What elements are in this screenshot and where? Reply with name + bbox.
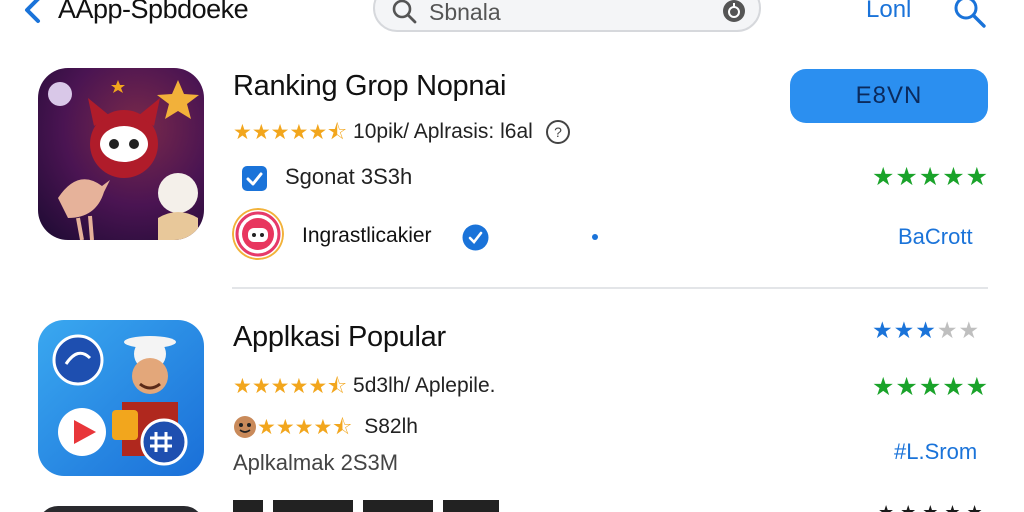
star-icon: ★	[308, 374, 328, 398]
star-icon: ★★★	[872, 317, 937, 343]
developer-link[interactable]: BaCrott	[898, 224, 973, 250]
rating-meta: S82lh	[364, 415, 418, 438]
star-rating: ★ ★ ★ ★ ⯪	[257, 417, 352, 438]
search-icon[interactable]	[952, 0, 988, 30]
star-icon: ★	[233, 374, 252, 398]
mic-icon[interactable]	[721, 0, 747, 24]
rating-summary: ★ ★ ★ ★ ★ ⯪ 5d3lh/ Aplepile.	[233, 374, 495, 398]
page-indicator-dot	[592, 234, 598, 240]
star-icon: ★	[233, 120, 252, 144]
back-chevron-icon[interactable]	[22, 0, 44, 26]
star-icon: ★	[270, 120, 290, 144]
star-icon: ★★★★★	[872, 373, 990, 401]
developer-avatar[interactable]	[232, 208, 284, 260]
rating-meta: 5d3lh/ Aplepile.	[353, 374, 496, 397]
search-bar[interactable]	[373, 0, 761, 32]
star-icon: ★	[308, 120, 328, 144]
app-icon-game[interactable]	[38, 68, 204, 240]
star-icon: ★	[313, 415, 333, 439]
search-input[interactable]	[429, 0, 729, 26]
checkbox[interactable]	[242, 166, 267, 191]
star-icon: ★	[270, 374, 290, 398]
search-icon	[392, 0, 417, 24]
star-icon: ★	[294, 415, 314, 439]
page-title: AApp-Spbdoeke	[58, 0, 249, 24]
star-icon: ★	[289, 120, 309, 144]
rating-meta: 10pik/ Aplrasis: l6al	[353, 120, 533, 143]
star-icon: ★★★★★	[872, 163, 990, 191]
developer-name[interactable]: Ingrastlicakier	[302, 224, 432, 248]
star-rating: ★★★★★	[872, 316, 980, 345]
star-rating: ★ ★ ★ ★ ★ ⯪	[233, 122, 347, 143]
check-icon	[246, 172, 263, 186]
verified-badge-icon	[462, 224, 489, 251]
app-title-cropped	[233, 500, 499, 512]
rating-summary: ★ ★ ★ ★ ★ ⯪ 10pik/ Aplrasis: l6al ?	[233, 119, 571, 145]
star-icon: ★★	[936, 317, 981, 343]
star-rating: ★★★★★	[872, 163, 989, 192]
face-emoji-icon	[234, 416, 256, 438]
app-title[interactable]: Applkasi Popular	[233, 321, 446, 354]
half-star-icon: ⯪	[327, 374, 348, 398]
half-star-icon: ⯪	[327, 120, 348, 144]
top-bar: AApp-Spbdoeke Lonl	[0, 0, 1024, 40]
app-title[interactable]: Ranking Grop Nopnai	[233, 70, 506, 103]
app-link[interactable]: #L.Srom	[894, 439, 977, 465]
star-rating: ★ ★ ★ ★ ★ ⯪	[233, 376, 347, 397]
checkbox-label: Sgonat 3S3h	[285, 164, 413, 189]
half-star-icon: ⯪	[332, 415, 353, 439]
star-icon: ★	[275, 415, 295, 439]
star-rating: ★★★★★	[872, 373, 989, 402]
get-button[interactable]: E8VN	[790, 69, 988, 123]
star-rating: ★★★★★	[878, 502, 989, 512]
header-link[interactable]: Lonl	[866, 0, 911, 24]
app-icon[interactable]	[38, 506, 204, 512]
svg-text:?: ?	[554, 124, 562, 140]
star-icon: ★	[289, 374, 309, 398]
app-icon-media[interactable]	[38, 312, 204, 484]
star-icon: ★	[251, 374, 271, 398]
emoji-rating: ★ ★ ★ ★ ⯪ S82lh	[233, 415, 418, 439]
divider	[232, 287, 988, 289]
app-subtitle: Aplkalmak 2S3M	[233, 450, 399, 475]
star-icon: ★	[251, 120, 271, 144]
info-icon[interactable]: ?	[545, 119, 571, 145]
star-icon: ★	[257, 415, 276, 439]
